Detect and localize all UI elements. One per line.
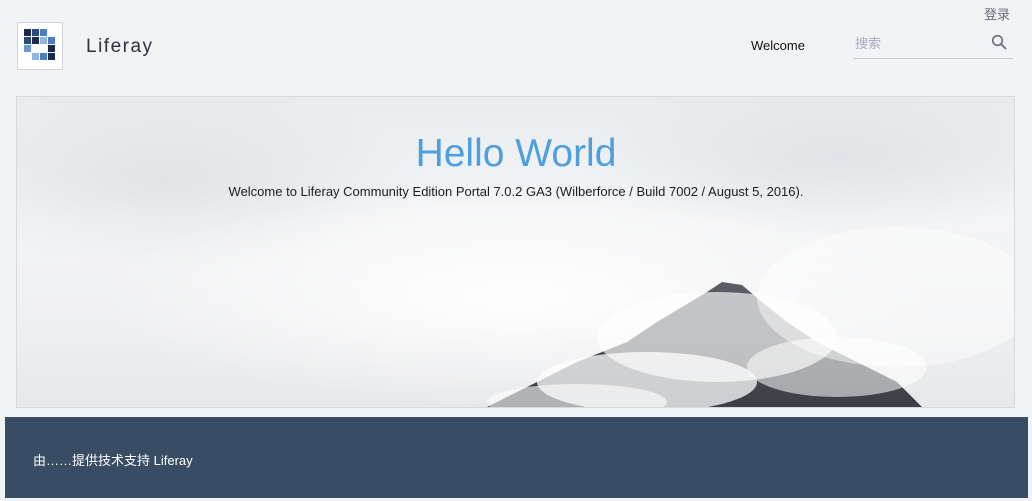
hero-title: Hello World [415, 132, 617, 175]
footer-powered-by: 由……提供技术支持 Liferay [33, 450, 193, 469]
liferay-link[interactable]: Liferay [154, 453, 193, 468]
login-link[interactable]: 登录 [984, 4, 1010, 23]
site-name[interactable]: Liferay [86, 36, 154, 58]
hero-subtitle: Welcome to Liferay Community Edition Por… [228, 184, 804, 199]
search-icon[interactable] [991, 34, 1007, 50]
powered-by-label: 由……提供技术支持 [33, 453, 151, 468]
search-bar [853, 30, 1013, 59]
site-logo[interactable] [17, 22, 63, 70]
page: 登录 Liferay Welcome 搜索 Hello World Welcom… [0, 0, 1032, 501]
footer: 由……提供技术支持 Liferay [5, 417, 1028, 498]
search-input[interactable] [855, 32, 980, 54]
liferay-logo-icon [24, 29, 55, 60]
nav-item-welcome[interactable]: Welcome [751, 38, 805, 53]
